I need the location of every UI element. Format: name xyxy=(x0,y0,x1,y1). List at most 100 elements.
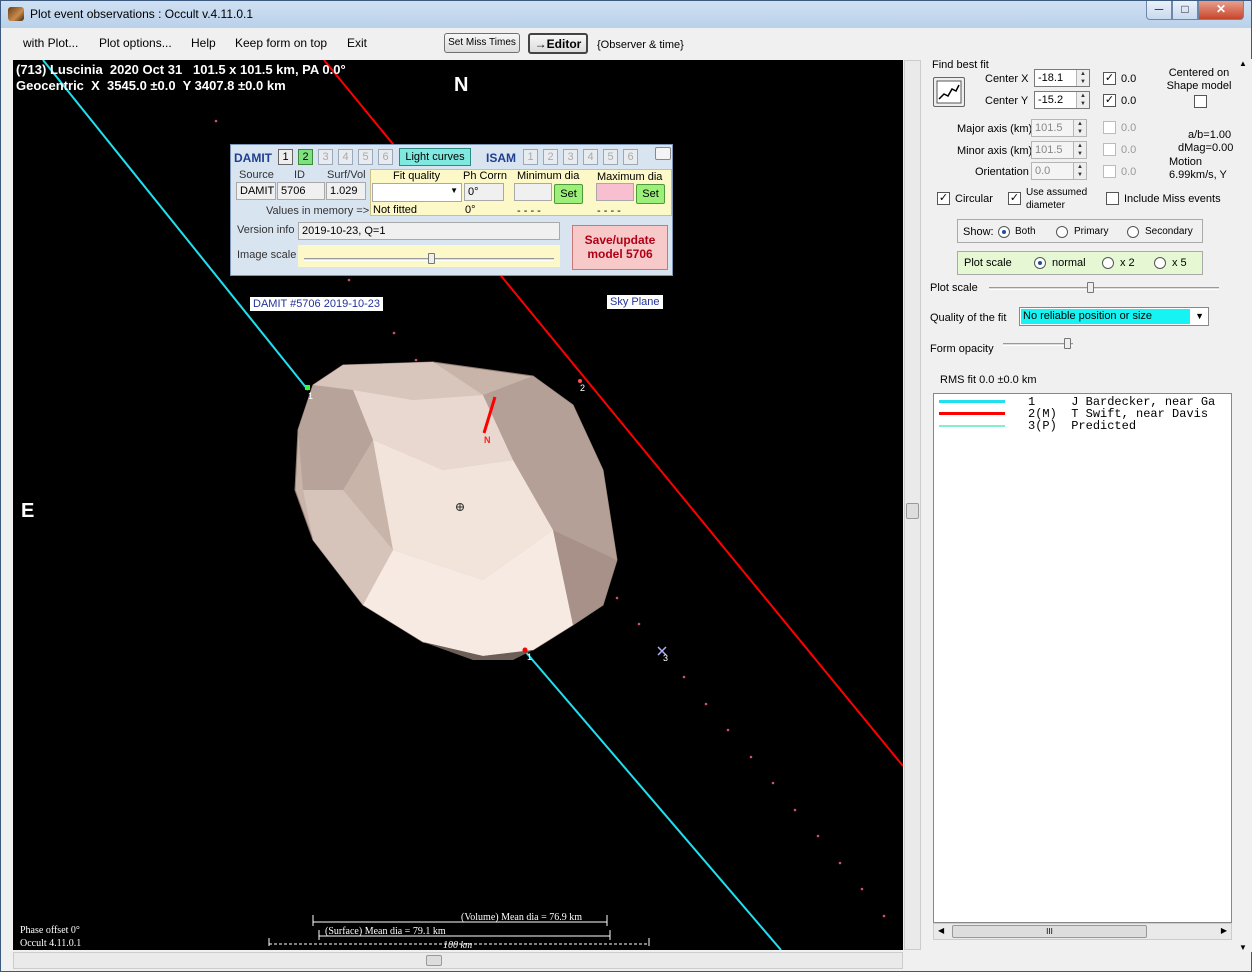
minor-axis-uncertainty: 0.0 xyxy=(1121,144,1137,156)
damit-model-5-button[interactable]: 5 xyxy=(358,149,373,165)
asteroid-shape-model xyxy=(294,361,618,660)
form-opacity-slider[interactable] xyxy=(1003,337,1073,351)
scroll-down-icon[interactable]: ▼ xyxy=(1239,943,1247,952)
isam-model-4-button[interactable]: 4 xyxy=(583,149,598,165)
plot-header-line1: (713) Luscinia 2020 Oct 31 101.5 x 101.5… xyxy=(16,62,346,77)
legend-line-3 xyxy=(939,425,1005,427)
light-curves-button[interactable]: Light curves xyxy=(399,148,471,166)
plot-scale-group-label: Plot scale xyxy=(964,257,1012,269)
minimize-button[interactable]: ─ xyxy=(1146,1,1172,20)
save-update-model-button[interactable]: Save/update model 5706 xyxy=(572,225,668,270)
legend-row-3: 3(P) Predicted xyxy=(1028,419,1137,433)
orientation-input[interactable]: 0.0 ▲ ▼ xyxy=(1031,162,1087,180)
image-scale-slider[interactable] xyxy=(298,245,560,267)
max-dia-label: Maximum dia xyxy=(597,171,663,183)
plot-hscroll-thumb[interactable] xyxy=(426,955,442,966)
max-dia-set-button[interactable]: Set xyxy=(636,184,665,204)
legend-hscroll-thumb[interactable]: III xyxy=(952,925,1147,938)
fit-quality-select[interactable]: ▼ xyxy=(372,183,462,202)
center-y-input[interactable]: -15.2 ▲ ▼ xyxy=(1034,91,1090,109)
plot-canvas[interactable]: (713) Luscinia 2020 Oct 31 101.5 x 101.5… xyxy=(13,60,903,950)
pole-label: N xyxy=(484,435,491,445)
include-miss-events-checkbox[interactable] xyxy=(1106,192,1119,205)
center-x-label: Center X xyxy=(985,73,1029,85)
menu-bar: with Plot... Plot options... Help Keep f… xyxy=(3,29,1249,57)
scale-x2-label: x 2 xyxy=(1120,257,1135,269)
damit-model-1-button[interactable]: 1 xyxy=(278,149,293,165)
show-label: Show: xyxy=(963,226,994,238)
damit-model-2-button[interactable]: 2 xyxy=(298,149,313,165)
motion-label: Motion xyxy=(1169,156,1203,168)
center-x-fit-checkbox[interactable]: ✓ xyxy=(1103,72,1116,85)
orientation-fit-checkbox[interactable] xyxy=(1103,165,1116,178)
isam-model-1-button[interactable]: 1 xyxy=(523,149,538,165)
dmag-value: dMag=0.00 xyxy=(1178,142,1234,154)
center-x-input[interactable]: -18.1 ▲ ▼ xyxy=(1034,69,1090,87)
fit-quality-label: Fit quality xyxy=(393,170,441,182)
damit-model-6-button[interactable]: 6 xyxy=(378,149,393,165)
scroll-right-icon[interactable]: ▶ xyxy=(1221,926,1227,935)
scale-normal-radio[interactable] xyxy=(1034,257,1046,269)
menu-exit[interactable]: Exit xyxy=(347,36,367,50)
min-dia-field[interactable] xyxy=(514,183,552,201)
main-window: Plot event observations : Occult v.4.11.… xyxy=(0,0,1252,972)
scroll-left-icon[interactable]: ◀ xyxy=(938,926,944,935)
major-axis-uncertainty: 0.0 xyxy=(1121,122,1137,134)
show-group: Show: Both Primary Secondary xyxy=(957,219,1203,243)
legend-hscrollbar[interactable]: ◀ III ▶ xyxy=(933,923,1232,940)
max-dia-field[interactable] xyxy=(596,183,634,201)
show-primary-label: Primary xyxy=(1074,226,1109,237)
plot-scale-slider-label: Plot scale xyxy=(930,282,978,294)
maximize-button[interactable]: □ xyxy=(1172,1,1198,20)
quality-of-fit-label: Quality of the fit xyxy=(930,312,1007,324)
isam-model-6-button[interactable]: 6 xyxy=(623,149,638,165)
plot-vscrollbar[interactable] xyxy=(904,60,921,950)
damit-panel: DAMIT 1 2 3 4 5 6 Light curves ISAM 1 2 … xyxy=(230,144,673,276)
close-button[interactable]: ✕ xyxy=(1198,1,1244,20)
plot-header-line2: Geocentric X 3545.0 ±0.0 Y 3407.8 ±0.0 k… xyxy=(16,78,286,93)
find-best-fit-button[interactable] xyxy=(933,77,965,107)
isam-model-3-button[interactable]: 3 xyxy=(563,149,578,165)
menu-with-plot[interactable]: with Plot... xyxy=(23,36,78,50)
scale-x2-radio[interactable] xyxy=(1102,257,1114,269)
show-secondary-radio[interactable] xyxy=(1127,226,1139,238)
show-both-radio[interactable] xyxy=(998,226,1010,238)
centered-on-shape-checkbox[interactable] xyxy=(1194,95,1207,108)
quality-of-fit-select[interactable]: No reliable position or size ▼ xyxy=(1019,307,1209,326)
damit-model-3-button[interactable]: 3 xyxy=(318,149,333,165)
surface-mean-dia: (Surface) Mean dia = 79.1 km xyxy=(325,926,446,937)
set-miss-times-button[interactable]: Set Miss Times xyxy=(444,33,520,53)
scale-x5-radio[interactable] xyxy=(1154,257,1166,269)
plot-scale-slider[interactable] xyxy=(989,281,1219,295)
version-info-label: Version info xyxy=(237,224,295,236)
menu-help[interactable]: Help xyxy=(191,36,216,50)
isam-model-5-button[interactable]: 5 xyxy=(603,149,618,165)
editor-button[interactable]: →Editor xyxy=(528,33,588,54)
isam-model-2-button[interactable]: 2 xyxy=(543,149,558,165)
major-axis-input[interactable]: 101.5 ▲ ▼ xyxy=(1031,119,1087,137)
plot-vscroll-thumb[interactable] xyxy=(906,503,919,519)
circular-checkbox[interactable]: ✓ xyxy=(937,192,950,205)
use-assumed-diameter-checkbox[interactable]: ✓ xyxy=(1008,192,1021,205)
menu-plot-options[interactable]: Plot options... xyxy=(99,36,172,50)
scroll-up-icon[interactable]: ▲ xyxy=(1239,59,1247,68)
ph-corrn-field[interactable]: 0° xyxy=(464,183,504,201)
source-field: DAMIT xyxy=(236,182,276,200)
panel-vscrollbar[interactable]: ▲ ▼ xyxy=(1235,59,1252,952)
damit-model-4-button[interactable]: 4 xyxy=(338,149,353,165)
min-dia-set-button[interactable]: Set xyxy=(554,184,583,204)
image-scale-label: Image scale xyxy=(237,249,297,261)
sky-plane-label: Sky Plane xyxy=(607,295,663,309)
fit-values-box: Fit quality Ph Corrn Minimum dia Maximum… xyxy=(370,169,672,217)
min-memory-value: - - - - xyxy=(517,205,541,217)
id-label: ID xyxy=(294,169,305,181)
center-y-fit-checkbox[interactable]: ✓ xyxy=(1103,94,1116,107)
minor-axis-fit-checkbox[interactable] xyxy=(1103,143,1116,156)
minor-axis-input[interactable]: 101.5 ▲ ▼ xyxy=(1031,141,1087,159)
major-axis-fit-checkbox[interactable] xyxy=(1103,121,1116,134)
plot-hscrollbar[interactable] xyxy=(13,952,903,969)
show-primary-radio[interactable] xyxy=(1056,226,1068,238)
minor-axis-label: Minor axis (km) xyxy=(957,145,1033,157)
menu-keep-form-on-top[interactable]: Keep form on top xyxy=(235,36,327,50)
panel-collapse-button[interactable] xyxy=(655,147,671,160)
